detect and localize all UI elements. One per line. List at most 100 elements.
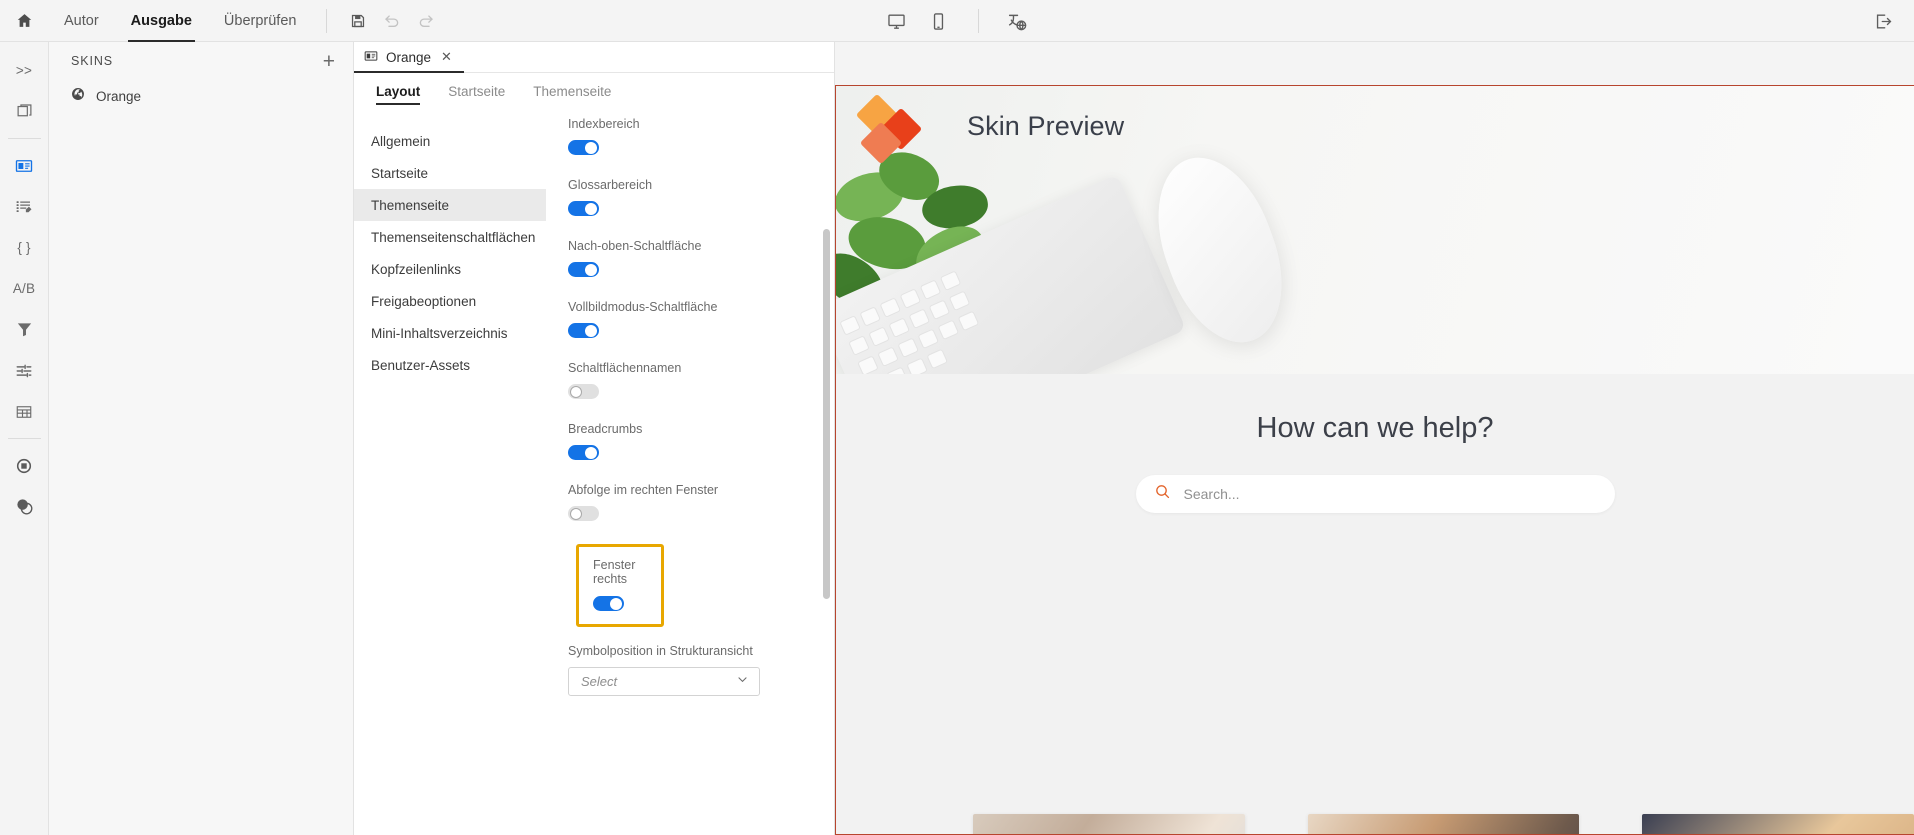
option-schaltflaechennamen: Schaltflächennamen bbox=[568, 361, 804, 399]
options-scrollbar[interactable] bbox=[823, 229, 830, 599]
layout-options-list: Indexbereich Glossarbereich Nach-oben-Sc… bbox=[546, 117, 834, 696]
toggle-vollbildmodus-schaltflaeche[interactable] bbox=[568, 323, 599, 338]
product-logo bbox=[855, 93, 924, 165]
card-thumbnail bbox=[1642, 814, 1914, 834]
option-label: Nach-oben-Schaltfläche bbox=[568, 239, 702, 253]
preview-hero: Skin Preview bbox=[836, 86, 1914, 374]
toggle-nach-oben-schaltflaeche[interactable] bbox=[568, 262, 599, 277]
sidebar-item-variables[interactable]: { } bbox=[0, 227, 49, 268]
skins-list-item-orange[interactable]: Orange bbox=[49, 80, 353, 112]
desktop-preview-icon[interactable] bbox=[880, 4, 914, 38]
tab-label: Themenseite bbox=[533, 83, 612, 99]
preview-title: Skin Preview bbox=[967, 111, 1125, 141]
option-label: Fenster rechts bbox=[593, 558, 636, 586]
option-label: Abfolge im rechten Fenster bbox=[568, 483, 719, 497]
tab-label: Layout bbox=[376, 83, 421, 99]
toggle-glossarbereich[interactable] bbox=[568, 201, 599, 216]
sidebar-item-conditional-tags[interactable]: A/B bbox=[0, 268, 49, 309]
nav-item-label: Themenseite bbox=[371, 197, 450, 213]
expand-panel-icon[interactable]: >> bbox=[0, 50, 49, 91]
menu-label: Ausgabe bbox=[130, 12, 192, 29]
nav-item-startseite[interactable]: Startseite bbox=[354, 157, 546, 189]
skin-editor-panel: Orange ✕ Layout Startseite Themenseite A… bbox=[354, 42, 835, 835]
option-breadcrumbs: Breadcrumbs bbox=[568, 422, 804, 460]
variables-label: { } bbox=[17, 240, 31, 255]
menu-label: Autor bbox=[64, 12, 99, 29]
menu-label: Überprüfen bbox=[223, 12, 297, 29]
preview-card-folder-two[interactable]: Folder Two bbox=[1307, 814, 1580, 834]
tab-label: Startseite bbox=[448, 83, 506, 99]
menu-item-autor[interactable]: Autor bbox=[48, 0, 115, 42]
nav-item-freigabeoptionen[interactable]: Freigabeoptionen bbox=[354, 285, 546, 317]
document-tab-orange[interactable]: Orange ✕ bbox=[354, 42, 464, 73]
skins-panel-title: SKINS bbox=[71, 54, 114, 68]
sidebar-item-presets[interactable] bbox=[0, 350, 49, 391]
preview-search-input[interactable]: Search... bbox=[1135, 475, 1615, 513]
toggle-knob bbox=[569, 385, 582, 398]
card-thumbnail bbox=[1307, 814, 1580, 834]
sidebar-item-filters[interactable] bbox=[0, 309, 49, 350]
nav-item-label: Freigabeoptionen bbox=[371, 293, 477, 309]
project-files-icon[interactable] bbox=[0, 91, 49, 132]
redo-icon[interactable] bbox=[409, 4, 443, 38]
toggle-knob bbox=[585, 446, 597, 459]
toolbar-divider bbox=[326, 8, 328, 33]
left-icon-rail: >> { } A/B bbox=[0, 42, 49, 835]
logout-icon[interactable] bbox=[1866, 4, 1900, 38]
option-label: Indexbereich bbox=[568, 117, 640, 131]
option-nach-oben-schaltflaeche: Nach-oben-Schaltfläche bbox=[568, 239, 804, 277]
sidebar-item-skins[interactable] bbox=[0, 145, 49, 186]
home-icon[interactable] bbox=[0, 12, 48, 29]
toolbar-divider-2 bbox=[977, 9, 979, 33]
tab-layout[interactable]: Layout bbox=[376, 73, 434, 109]
preview-card-default-topic[interactable]: Default Topic bbox=[1642, 814, 1914, 834]
nav-item-label: Mini-Inhaltsverzeichnis bbox=[371, 325, 508, 341]
save-icon[interactable] bbox=[341, 4, 375, 38]
sidebar-item-master-page[interactable] bbox=[0, 445, 49, 486]
nav-item-kopfzeilenlinks[interactable]: Kopfzeilenlinks bbox=[354, 253, 546, 285]
search-placeholder: Search... bbox=[1183, 486, 1240, 502]
toggle-schaltflaechennamen[interactable] bbox=[568, 384, 599, 399]
sidebar-item-stylesheet[interactable] bbox=[0, 486, 49, 527]
option-fenster-rechts: Fenster rechts bbox=[576, 544, 664, 627]
option-vollbildmodus-schaltflaeche: Vollbildmodus-Schaltfläche bbox=[568, 300, 804, 338]
menu-item-ueberpruefen[interactable]: Überprüfen bbox=[208, 0, 313, 42]
nav-item-label: Allgemein bbox=[371, 133, 431, 149]
nav-item-benutzer-assets[interactable]: Benutzer-Assets bbox=[354, 349, 546, 381]
select-symbolposition[interactable]: Select bbox=[568, 667, 760, 696]
toggle-breadcrumbs[interactable] bbox=[568, 445, 599, 460]
top-toolbar: Autor Ausgabe Überprüfen bbox=[0, 0, 1914, 42]
skin-preview-pane: Skin Preview How can we help? Search... … bbox=[835, 85, 1914, 835]
skins-panel-header: SKINS + bbox=[49, 42, 353, 80]
nav-item-allgemein[interactable]: Allgemein bbox=[354, 125, 546, 157]
option-label: Glossarbereich bbox=[568, 178, 653, 192]
sidebar-item-table-styles[interactable] bbox=[0, 391, 49, 432]
search-icon bbox=[1154, 483, 1171, 505]
translate-icon[interactable] bbox=[1001, 4, 1035, 38]
close-icon[interactable]: ✕ bbox=[441, 49, 452, 65]
editor-body: Allgemein Startseite Themenseite Themens… bbox=[354, 109, 834, 835]
sidebar-item-snippets[interactable] bbox=[0, 186, 49, 227]
skin-subtabs: Layout Startseite Themenseite bbox=[354, 73, 834, 109]
select-value: Select bbox=[581, 674, 618, 689]
toggle-knob bbox=[610, 597, 622, 610]
toggle-abfolge-im-rechten-fenster[interactable] bbox=[568, 506, 599, 521]
toggle-fenster-rechts[interactable] bbox=[593, 596, 624, 611]
conditional-tags-label: A/B bbox=[12, 281, 36, 296]
preview-search-section: How can we help? Search... Folder One bbox=[836, 374, 1914, 834]
tab-themenseite[interactable]: Themenseite bbox=[519, 73, 625, 109]
undo-icon[interactable] bbox=[375, 4, 409, 38]
tab-startseite[interactable]: Startseite bbox=[434, 73, 519, 109]
globe-icon bbox=[71, 87, 85, 106]
preview-card-folder-one[interactable]: Folder One bbox=[973, 814, 1245, 834]
document-tabbar: Orange ✕ bbox=[354, 42, 834, 73]
nav-item-themenseitenschaltflaechen[interactable]: Themenseitenschaltflächen bbox=[354, 221, 546, 253]
menu-item-ausgabe[interactable]: Ausgabe bbox=[115, 0, 208, 42]
mobile-preview-icon[interactable] bbox=[922, 4, 956, 38]
nav-item-themenseite[interactable]: Themenseite bbox=[354, 189, 546, 221]
expand-panel-label: >> bbox=[15, 63, 33, 78]
nav-item-mini-inhaltsverzeichnis[interactable]: Mini-Inhaltsverzeichnis bbox=[354, 317, 546, 349]
toggle-indexbereich[interactable] bbox=[568, 140, 599, 155]
add-skin-button[interactable]: + bbox=[323, 51, 335, 72]
option-glossarbereich: Glossarbereich bbox=[568, 178, 804, 216]
